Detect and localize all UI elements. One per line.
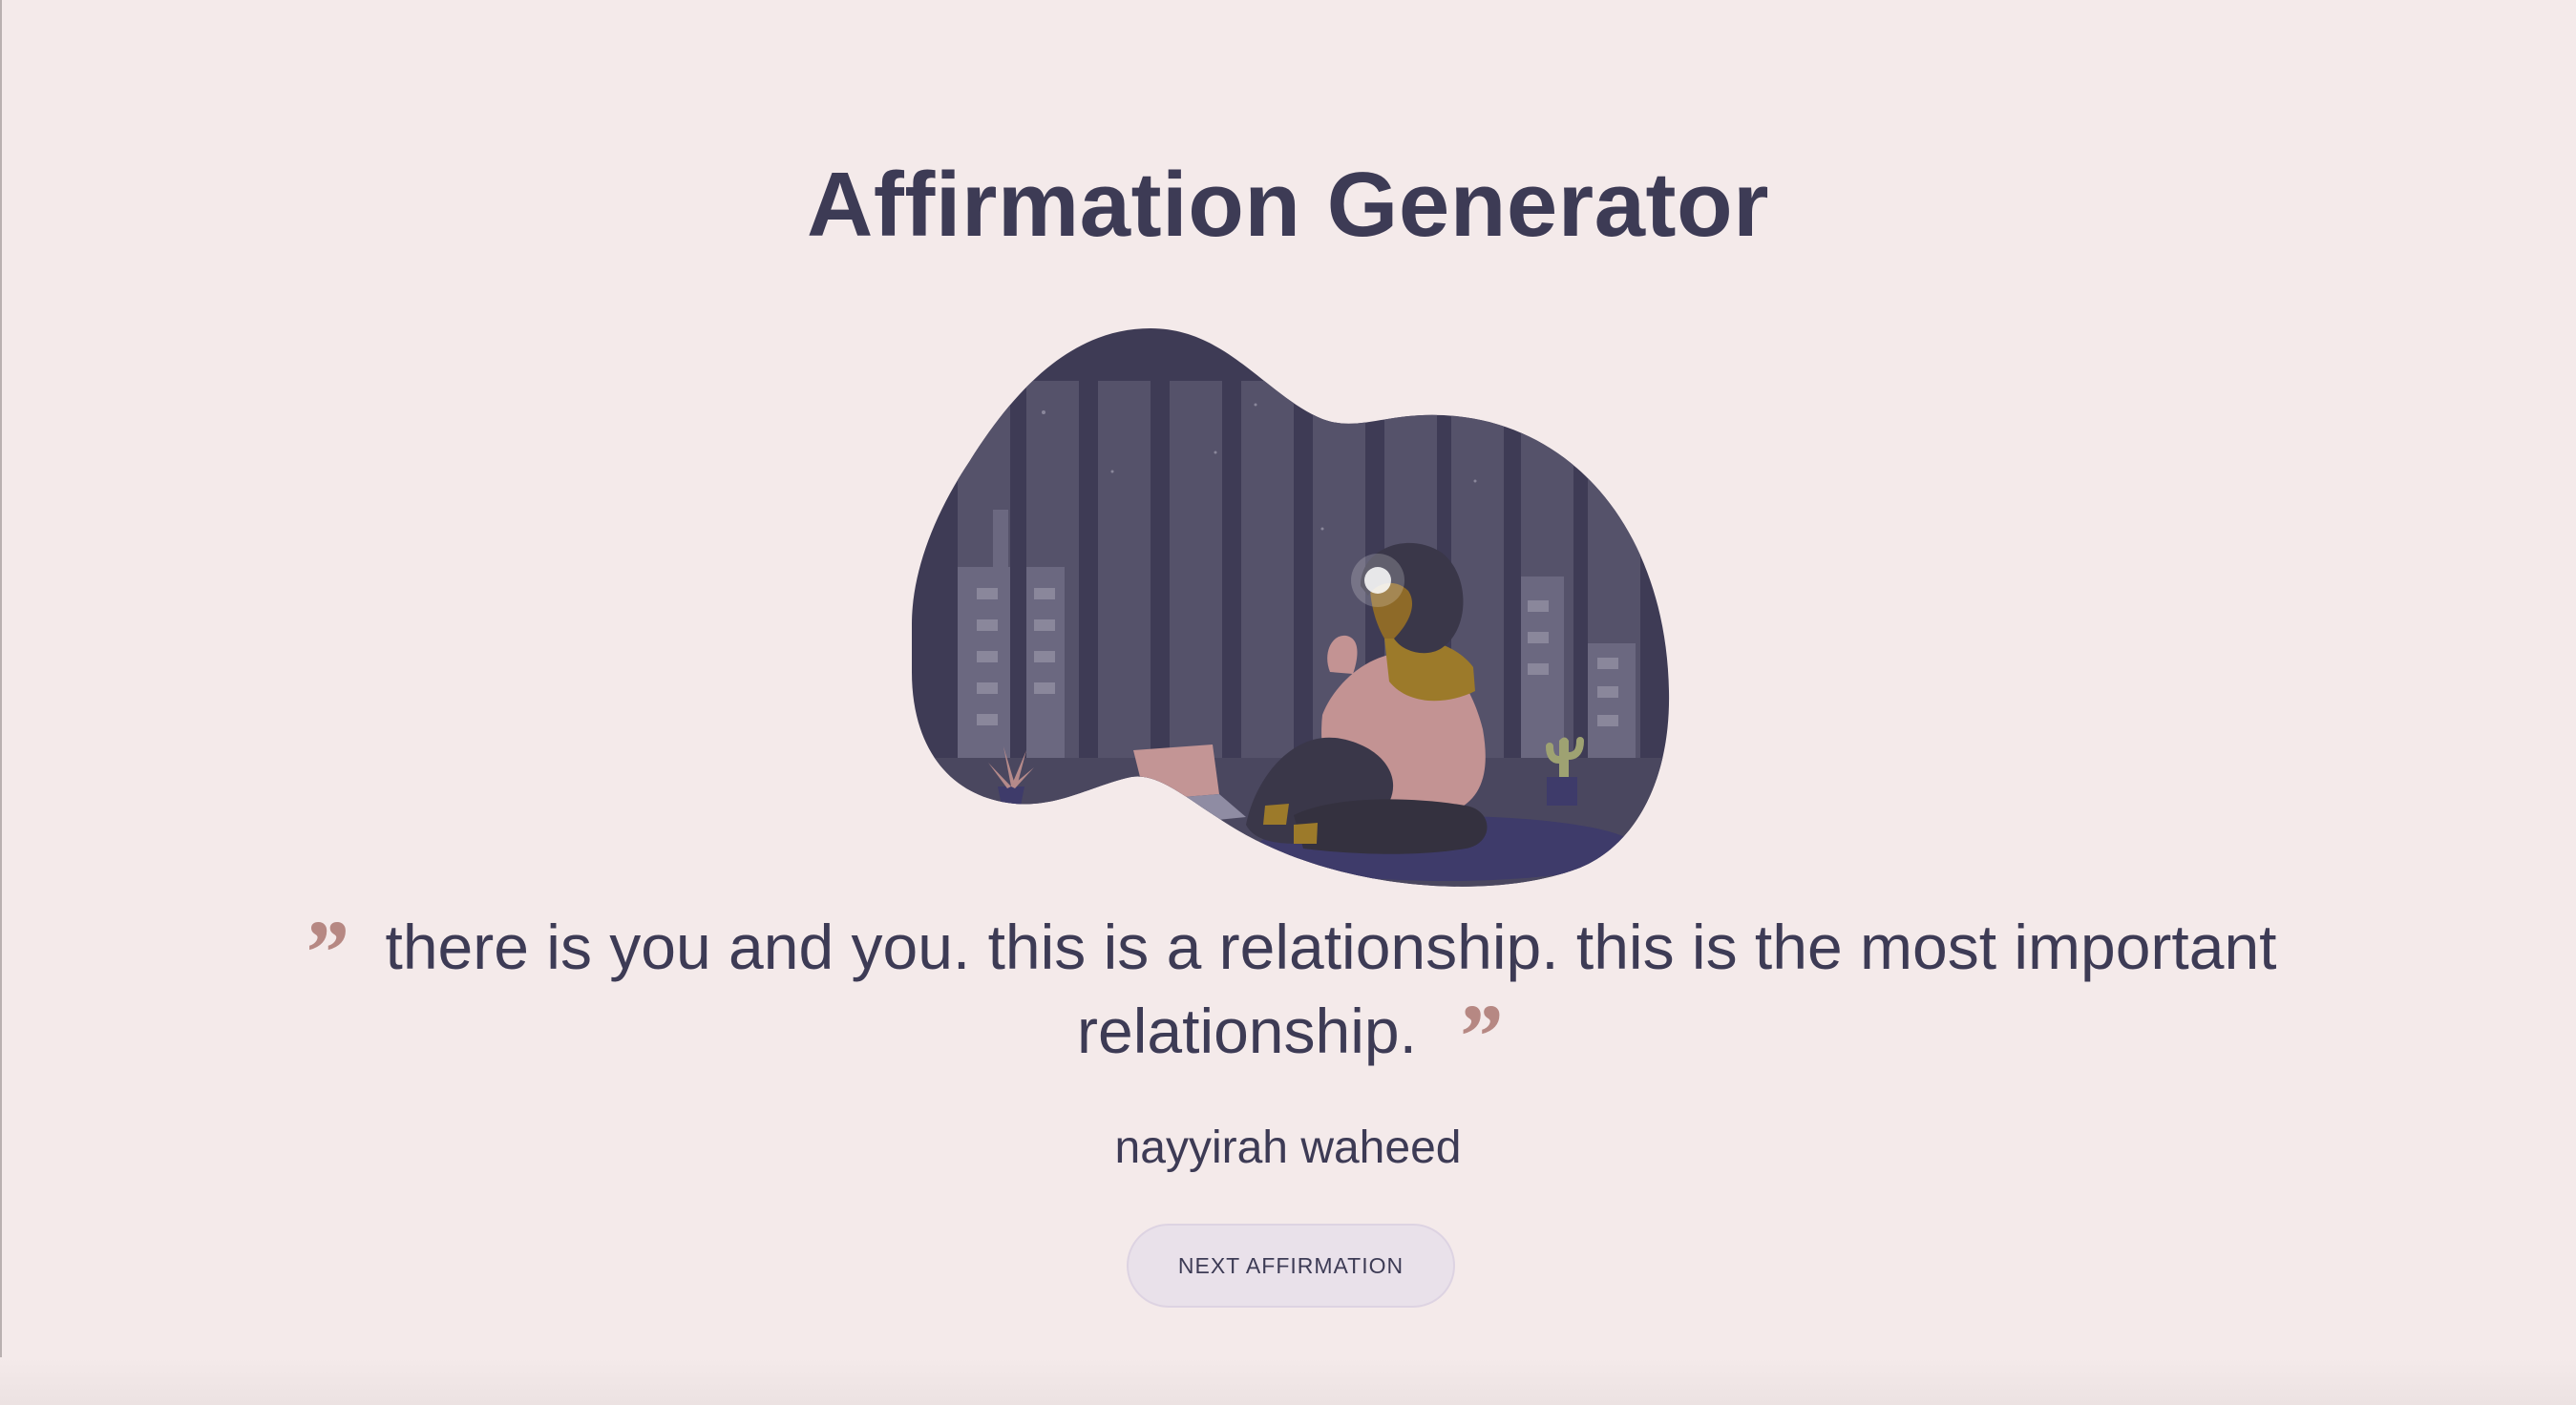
bottom-edge: [0, 1357, 2576, 1405]
next-affirmation-button[interactable]: NEXT AFFIRMATION: [1127, 1224, 1455, 1308]
page-title: Affirmation Generator: [807, 154, 1769, 256]
open-quote-icon: ”: [301, 900, 348, 1003]
affirmation-text: there is you and you. this is a relation…: [385, 912, 2277, 1066]
page: Affirmation Generator ” there is you and…: [0, 0, 2576, 1405]
close-quote-icon: ”: [1454, 984, 1501, 1087]
affirmation-quote: ” there is you and you. this is a relatio…: [210, 900, 2368, 1087]
woman-on-phone-illustration: [912, 328, 1670, 887]
affirmation-author: nayyirah waheed: [1114, 1122, 1462, 1173]
